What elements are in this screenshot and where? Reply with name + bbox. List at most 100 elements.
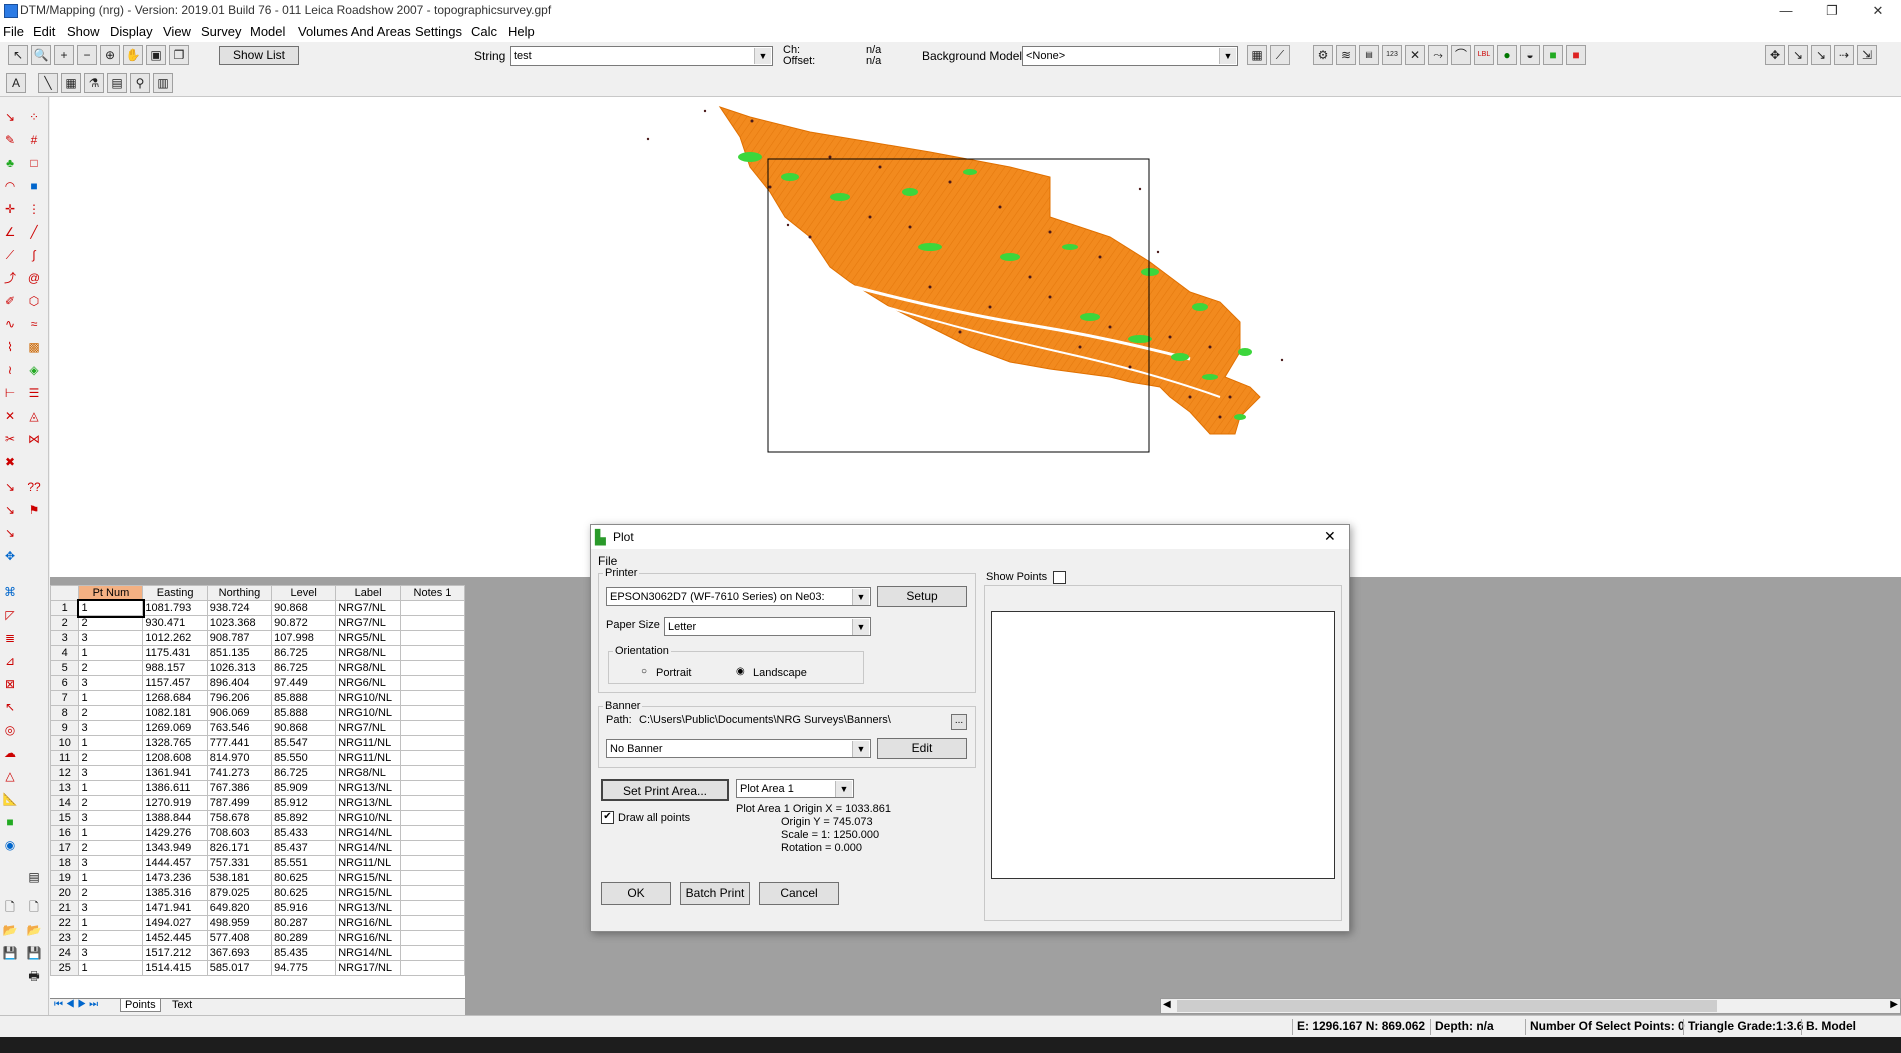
- table-cell[interactable]: NRG14/NL: [335, 825, 401, 841]
- table-cell[interactable]: NRG8/NL: [335, 660, 401, 676]
- row-header[interactable]: 14: [50, 795, 80, 811]
- table-cell[interactable]: NRG15/NL: [335, 885, 401, 901]
- edit-point-icon[interactable]: ↘: [1788, 45, 1808, 65]
- table-cell[interactable]: NRG10/NL: [335, 810, 401, 826]
- table-cell-notes[interactable]: [399, 825, 465, 841]
- table-cell-notes[interactable]: [399, 915, 465, 931]
- table-cell[interactable]: 86.725: [271, 660, 337, 676]
- filter-icon[interactable]: ⚗: [84, 73, 104, 93]
- table-cell[interactable]: 938.724: [206, 600, 273, 616]
- show-list-button[interactable]: Show List: [219, 46, 299, 65]
- save-disk-icon[interactable]: 💾: [24, 943, 44, 963]
- corner-cell[interactable]: [50, 585, 80, 601]
- table-cell[interactable]: 85.888: [271, 705, 337, 721]
- table-cell[interactable]: 80.289: [271, 930, 337, 946]
- row-header[interactable]: 6: [50, 675, 80, 691]
- spiral-icon[interactable]: @: [24, 268, 44, 288]
- table-cell[interactable]: NRG15/NL: [335, 870, 401, 886]
- join-icon[interactable]: ⊢: [0, 383, 20, 403]
- zoom-extents-icon[interactable]: ⊕: [100, 45, 120, 65]
- table-row[interactable]: 23 2 1452.445 577.408 80.289 NRG16/NL: [50, 930, 465, 946]
- row-header[interactable]: 19: [50, 870, 80, 886]
- copy-icon[interactable]: ❐: [169, 45, 189, 65]
- table-cell[interactable]: 85.435: [271, 945, 337, 961]
- menu-edit[interactable]: Edit: [33, 24, 55, 39]
- plot-area-select[interactable]: Plot Area 1 ▼: [736, 779, 854, 798]
- numbering-icon[interactable]: 123: [1382, 45, 1402, 65]
- mesh-icon[interactable]: ⋈: [24, 429, 44, 449]
- table-cell[interactable]: 367.693: [206, 945, 273, 961]
- table-cell[interactable]: 86.725: [271, 765, 337, 781]
- table-cell[interactable]: 906.069: [206, 705, 273, 721]
- banner-select[interactable]: No Banner ▼: [606, 739, 871, 758]
- new-file-icon[interactable]: 🗋: [0, 897, 20, 917]
- table-cell[interactable]: 1386.611: [142, 780, 208, 796]
- table-cell[interactable]: 3: [78, 630, 144, 646]
- table-cell[interactable]: 649.820: [206, 900, 273, 916]
- table-cell[interactable]: 796.206: [206, 690, 273, 706]
- angle-icon[interactable]: ∠: [0, 222, 20, 242]
- menu-help[interactable]: Help: [508, 24, 535, 39]
- row-header[interactable]: 15: [50, 810, 80, 826]
- menu-model[interactable]: Model: [250, 24, 285, 39]
- table-cell[interactable]: 1270.919: [142, 795, 208, 811]
- table-cell-notes[interactable]: [399, 855, 465, 871]
- table-cell[interactable]: 3: [78, 765, 144, 781]
- hatch-icon[interactable]: ≣: [0, 628, 20, 648]
- table-cell[interactable]: 708.603: [206, 825, 273, 841]
- list-icon[interactable]: ▤: [107, 73, 127, 93]
- menu-survey[interactable]: Survey: [201, 24, 241, 39]
- row-header[interactable]: 13: [50, 780, 80, 796]
- dots-icon[interactable]: ⋮: [24, 199, 44, 219]
- dialog-menu-file[interactable]: File: [598, 554, 617, 568]
- table-cell-notes[interactable]: [399, 945, 465, 961]
- table-cell[interactable]: NRG11/NL: [335, 735, 401, 751]
- measure-icon[interactable]: ⟋: [1270, 45, 1290, 65]
- table-cell[interactable]: 85.892: [271, 810, 337, 826]
- table-cell[interactable]: 758.678: [206, 810, 273, 826]
- table-cell[interactable]: 94.775: [271, 960, 337, 976]
- table-cell-notes[interactable]: [399, 615, 465, 631]
- table-cell[interactable]: 1385.316: [142, 885, 208, 901]
- edit-line-icon[interactable]: ↘: [1811, 45, 1831, 65]
- scroll-thumb[interactable]: [1177, 1000, 1717, 1012]
- table-row[interactable]: 9 3 1269.069 763.546 90.868 NRG7/NL: [50, 720, 465, 736]
- table-cell[interactable]: 1: [76, 598, 145, 618]
- table-cell[interactable]: 2: [78, 930, 144, 946]
- break-line-icon[interactable]: ⟋: [0, 245, 20, 265]
- table-cell[interactable]: 1452.445: [142, 930, 208, 946]
- colour-icon[interactable]: ■: [1566, 45, 1586, 65]
- chevron-down-icon[interactable]: ▼: [1219, 48, 1236, 64]
- table-row[interactable]: 2 2 930.471 1023.368 90.872 NRG7/NL: [50, 615, 465, 631]
- table-row[interactable]: 24 3 1517.212 367.693 85.435 NRG14/NL: [50, 945, 465, 961]
- string-select[interactable]: test ▼: [510, 46, 773, 66]
- table-cell-notes[interactable]: [399, 690, 465, 706]
- table-cell[interactable]: 85.550: [271, 750, 337, 766]
- table-cell[interactable]: 90.868: [271, 720, 337, 736]
- column-header-pt-num[interactable]: Pt Num: [78, 585, 144, 601]
- chevron-down-icon[interactable]: ▼: [835, 781, 852, 797]
- scatter-icon[interactable]: ⁘: [24, 107, 44, 127]
- row-header[interactable]: 16: [50, 825, 80, 841]
- layers-icon[interactable]: ≋: [1336, 45, 1356, 65]
- page-icon[interactable]: 🗋: [24, 897, 44, 917]
- table-row[interactable]: 19 1 1473.236 538.181 80.625 NRG15/NL: [50, 870, 465, 886]
- table-cell[interactable]: 1: [78, 870, 144, 886]
- row-header[interactable]: 2: [50, 615, 80, 631]
- table-cell[interactable]: 1494.027: [142, 915, 208, 931]
- ok-button[interactable]: OK: [601, 882, 671, 905]
- table-cell[interactable]: 2: [78, 660, 144, 676]
- table-cell[interactable]: 896.404: [206, 675, 273, 691]
- table-cell[interactable]: 85.551: [271, 855, 337, 871]
- save-icon[interactable]: 💾: [0, 943, 20, 963]
- table-cell[interactable]: 85.912: [271, 795, 337, 811]
- surface-icon[interactable]: ●: [1497, 45, 1517, 65]
- table-cell[interactable]: 1: [78, 825, 144, 841]
- line-icon[interactable]: ╲: [38, 73, 58, 93]
- table-cell-notes[interactable]: [399, 630, 465, 646]
- table-row[interactable]: 8 2 1082.181 906.069 85.888 NRG10/NL: [50, 705, 465, 721]
- table-cell[interactable]: 1082.181: [142, 705, 208, 721]
- column-header-easting[interactable]: Easting: [142, 585, 208, 601]
- row-header[interactable]: 7: [50, 690, 80, 706]
- delete-point-icon[interactable]: ✖: [0, 452, 20, 472]
